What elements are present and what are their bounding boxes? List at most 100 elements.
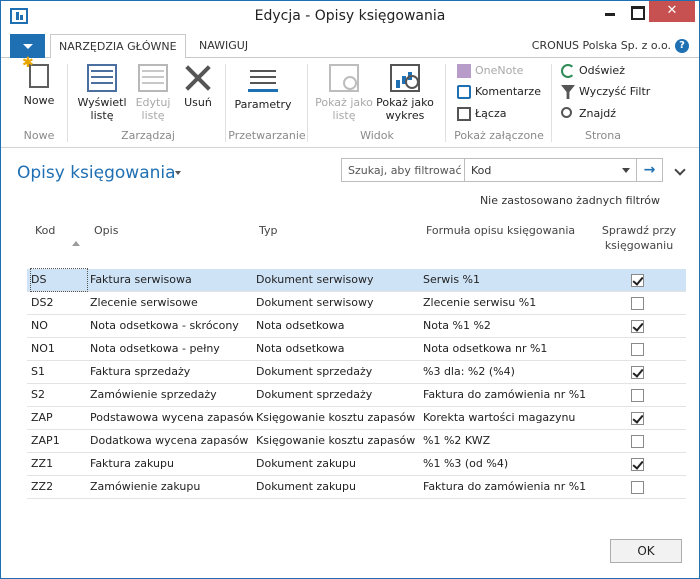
filter-status: Nie zastosowano żadnych filtrów: [479, 194, 660, 207]
find-button[interactable]: Znajdź: [561, 105, 616, 123]
group-label-attachments: Pokaż załączone: [454, 129, 544, 142]
check-on-posting-checkbox[interactable]: [631, 320, 644, 333]
check-on-posting-checkbox[interactable]: [631, 274, 644, 287]
cell-opis[interactable]: Podstawowa wycena zapasów: [90, 407, 253, 429]
links-label: Łącza: [475, 107, 507, 120]
check-on-posting-checkbox[interactable]: [631, 481, 644, 494]
cell-kod[interactable]: DS2: [31, 292, 87, 314]
onenote-button[interactable]: OneNote: [457, 62, 523, 80]
chevron-down-icon[interactable]: [175, 171, 181, 175]
cell-opis[interactable]: Faktura serwisowa: [90, 269, 253, 291]
cell-typ[interactable]: Dokument serwisowy: [256, 292, 420, 314]
cell-kod[interactable]: NO1: [31, 338, 87, 360]
close-button[interactable]: ✕: [649, 1, 695, 22]
show-list-button[interactable]: Wyświetl listę: [75, 64, 129, 122]
cell-formula[interactable]: %3 dla: %2 (%4): [423, 361, 598, 383]
maximize-button[interactable]: [623, 1, 649, 22]
edit-list-button[interactable]: Edytuj listę: [131, 64, 175, 122]
column-header-opis[interactable]: Opis: [94, 223, 118, 238]
new-button[interactable]: Nowe: [17, 57, 61, 107]
dialog-window: Edycja - Opisy księgowania ✕ NARZĘDZIA G…: [0, 0, 700, 579]
table-row[interactable]: DS Faktura serwisowa Dokument serwisowy …: [27, 268, 686, 292]
show-as-list-button[interactable]: Pokaż jako listę: [315, 64, 373, 122]
table-row[interactable]: ZZ1 Faktura zakupu Dokument zakupu %1 %3…: [27, 453, 686, 476]
check-on-posting-checkbox[interactable]: [631, 435, 644, 448]
column-header-kod[interactable]: Kod: [35, 223, 55, 238]
cell-typ[interactable]: Dokument sprzedaży: [256, 361, 420, 383]
cell-kod[interactable]: ZZ2: [31, 476, 87, 498]
table-row[interactable]: ZAP Podstawowa wycena zapasów Księgowani…: [27, 407, 686, 430]
cell-kod[interactable]: S1: [31, 361, 87, 383]
refresh-button[interactable]: Odśwież: [561, 62, 625, 80]
check-on-posting-checkbox[interactable]: [631, 412, 644, 425]
window-title: Edycja - Opisy księgowania: [254, 8, 446, 24]
cell-opis[interactable]: Nota odsetkowa - skrócony: [90, 315, 253, 337]
check-on-posting-checkbox[interactable]: [631, 343, 644, 356]
column-header-formula[interactable]: Formuła opisu księgowania: [426, 223, 575, 238]
cell-typ[interactable]: Księgowanie kosztu zapasów: [256, 407, 420, 429]
cell-typ[interactable]: Nota odsetkowa: [256, 315, 420, 337]
check-on-posting-checkbox[interactable]: [631, 458, 644, 471]
cell-formula[interactable]: Faktura do zamówienia nr %1: [423, 476, 598, 498]
ok-button[interactable]: OK: [610, 539, 682, 563]
cell-typ[interactable]: Dokument sprzedaży: [256, 384, 420, 406]
cell-formula[interactable]: Faktura do zamówienia nr %1: [423, 384, 598, 406]
show-as-chart-button[interactable]: Pokaż jako wykres: [373, 64, 437, 122]
cell-formula[interactable]: %1 %2 KWZ: [423, 430, 598, 452]
table-row[interactable]: DS2 Zlecenie serwisowe Dokument serwisow…: [27, 292, 686, 315]
check-on-posting-checkbox[interactable]: [631, 366, 644, 379]
cell-typ[interactable]: Nota odsetkowa: [256, 338, 420, 360]
cell-typ[interactable]: Dokument serwisowy: [256, 269, 420, 291]
table-row[interactable]: S1 Faktura sprzedaży Dokument sprzedaży …: [27, 361, 686, 384]
column-header-check[interactable]: Sprawdź przy księgowaniu: [599, 223, 679, 253]
apply-filter-button[interactable]: →: [637, 158, 663, 182]
page-title[interactable]: Opisy księgowania: [17, 163, 176, 183]
check-on-posting-checkbox[interactable]: [631, 389, 644, 402]
cell-formula[interactable]: Nota %1 %2: [423, 315, 598, 337]
cell-opis[interactable]: Faktura sprzedaży: [90, 361, 253, 383]
cell-opis[interactable]: Faktura zakupu: [90, 453, 253, 475]
cell-kod[interactable]: DS: [30, 268, 88, 292]
cell-formula[interactable]: Korekta wartości magazynu: [423, 407, 598, 429]
check-on-posting-checkbox[interactable]: [631, 297, 644, 310]
cell-typ[interactable]: Księgowanie kosztu zapasów: [256, 430, 420, 452]
refresh-icon: [561, 64, 575, 78]
delete-button[interactable]: Usuń: [179, 64, 217, 109]
cell-kod[interactable]: ZZ1: [31, 453, 87, 475]
filter-field-select[interactable]: Kod: [464, 158, 637, 182]
cell-typ[interactable]: Dokument zakupu: [256, 453, 420, 475]
cell-kod[interactable]: NO: [31, 315, 87, 337]
table-row[interactable]: NO Nota odsetkowa - skrócony Nota odsetk…: [27, 315, 686, 338]
links-button[interactable]: Łącza: [457, 105, 507, 123]
collapse-icon[interactable]: [674, 164, 686, 176]
tab-navigate[interactable]: NAWIGUJ: [191, 34, 256, 59]
edit-list-label: Edytuj listę: [135, 96, 171, 122]
cell-formula[interactable]: Zlecenie serwisu %1: [423, 292, 598, 314]
table-row[interactable]: NO1 Nota odsetkowa - pełny Nota odsetkow…: [27, 338, 686, 361]
onenote-icon: [457, 64, 471, 78]
column-header-typ[interactable]: Typ: [259, 223, 278, 238]
cell-formula[interactable]: Nota odsetkowa nr %1: [423, 338, 598, 360]
cell-opis[interactable]: Zamówienie zakupu: [90, 476, 253, 498]
cell-opis[interactable]: Nota odsetkowa - pełny: [90, 338, 253, 360]
help-icon[interactable]: ?: [675, 39, 689, 53]
filter-field-value: Kod: [471, 164, 492, 177]
search-input[interactable]: Szukaj, aby filtrować (...: [341, 158, 464, 182]
clear-filter-button[interactable]: Wyczyść Filtr: [561, 83, 650, 101]
table-row[interactable]: S2 Zamówienie sprzedaży Dokument sprzeda…: [27, 384, 686, 407]
cell-formula[interactable]: %1 %3 (od %4): [423, 453, 598, 475]
cell-typ[interactable]: Dokument zakupu: [256, 476, 420, 498]
comments-button[interactable]: Komentarze: [457, 83, 541, 101]
table-row[interactable]: ZAP1 Dodatkowa wycena zapasów Księgowani…: [27, 430, 686, 453]
cell-opis[interactable]: Zamówienie sprzedaży: [90, 384, 253, 406]
cell-opis[interactable]: Dodatkowa wycena zapasów: [90, 430, 253, 452]
cell-kod[interactable]: S2: [31, 384, 87, 406]
table-row[interactable]: ZZ2 Zamówienie zakupu Dokument zakupu Fa…: [27, 476, 686, 499]
minimize-button[interactable]: [597, 1, 623, 22]
parameters-button[interactable]: Parametry: [231, 64, 295, 111]
cell-kod[interactable]: ZAP1: [31, 430, 87, 452]
cell-opis[interactable]: Zlecenie serwisowe: [90, 292, 253, 314]
tab-home[interactable]: NARZĘDZIA GŁÓWNE: [50, 34, 186, 59]
cell-kod[interactable]: ZAP: [31, 407, 87, 429]
cell-formula[interactable]: Serwis %1: [423, 269, 598, 291]
